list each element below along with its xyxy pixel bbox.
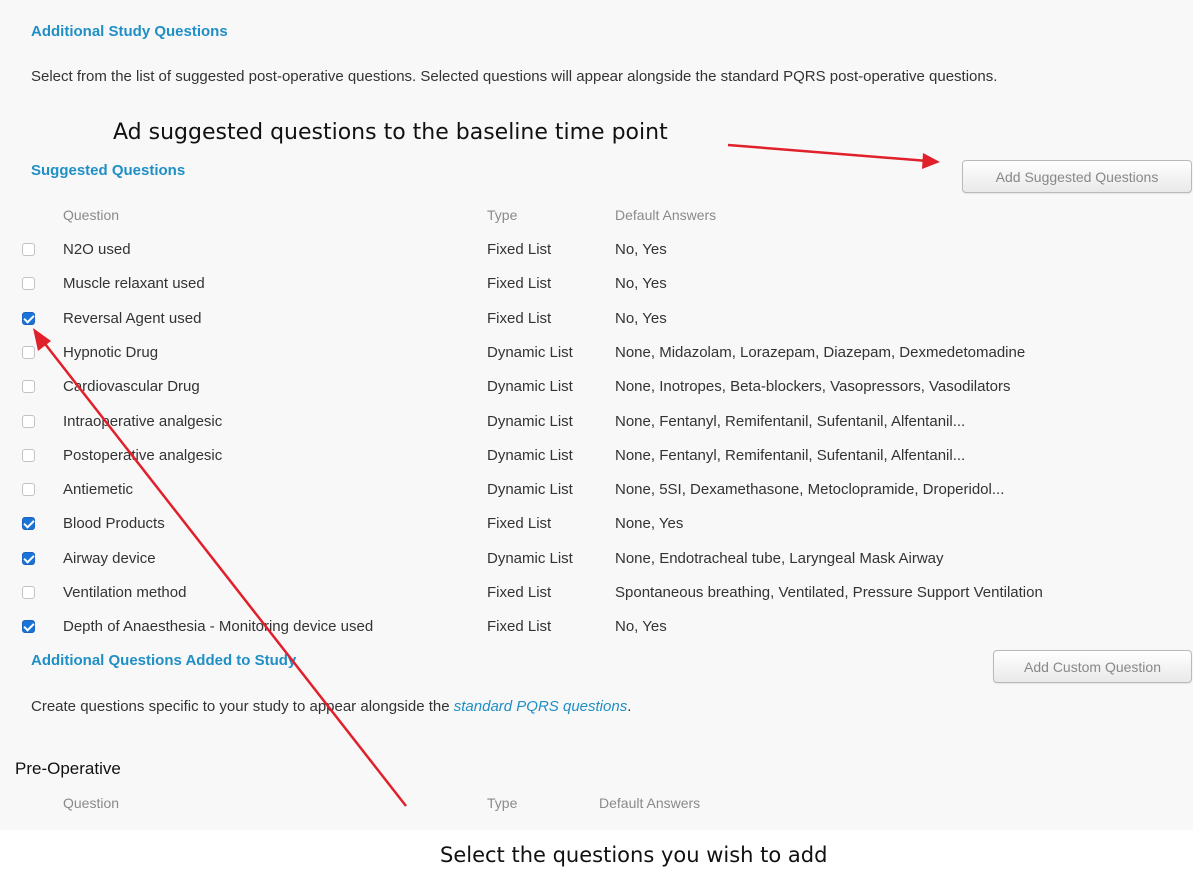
arrow-to-add-button bbox=[727, 143, 940, 169]
arrow-to-checkbox bbox=[33, 328, 407, 807]
annotation-arrows bbox=[33, 143, 940, 807]
